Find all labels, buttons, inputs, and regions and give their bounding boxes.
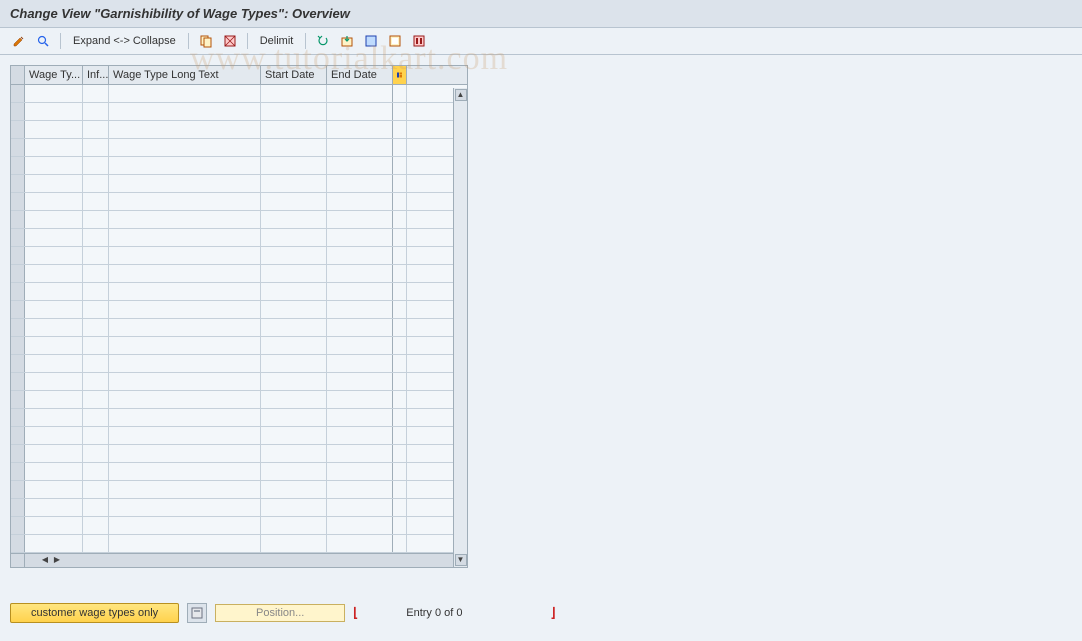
table-row[interactable] [11,175,467,193]
table-row[interactable] [11,247,467,265]
bracket-right: ⌋ [551,605,556,621]
table-row[interactable] [11,391,467,409]
table-row[interactable] [11,103,467,121]
vertical-scrollbar[interactable]: ▲ ▼ [453,88,467,567]
change-icon[interactable] [10,32,28,50]
scroll-down-icon[interactable]: ▼ [455,554,467,566]
table-row[interactable] [11,481,467,499]
table-row[interactable] [11,193,467,211]
separator [305,33,306,49]
table-row[interactable] [11,463,467,481]
select-block-icon[interactable] [362,32,380,50]
table-row[interactable] [11,445,467,463]
column-inf[interactable]: Inf... [83,66,109,84]
expand-collapse-button[interactable]: Expand <-> Collapse [69,33,180,49]
config-icon[interactable] [410,32,428,50]
separator [188,33,189,49]
table-row[interactable] [11,265,467,283]
position-icon[interactable] [187,603,207,623]
deselect-icon[interactable] [386,32,404,50]
column-end-date[interactable]: End Date [327,66,393,84]
select-all-icon[interactable] [221,32,239,50]
delimit-button[interactable]: Delimit [256,33,298,49]
table-row[interactable] [11,355,467,373]
column-selector[interactable] [11,66,25,84]
copy-icon[interactable] [197,32,215,50]
scroll-right-icon[interactable]: ▶ [51,554,63,566]
table-row[interactable] [11,535,467,553]
table-config-icon[interactable] [393,66,407,84]
content-area: Wage Ty... Inf... Wage Type Long Text St… [0,55,1082,578]
table-row[interactable] [11,301,467,319]
column-start-date[interactable]: Start Date [261,66,327,84]
toolbar: Expand <-> Collapse Delimit [0,28,1082,55]
bottom-bar: customer wage types only Position... ⌊ E… [10,603,1072,623]
table-row[interactable] [11,499,467,517]
table-row[interactable] [11,211,467,229]
table-row[interactable] [11,283,467,301]
title-bar: Change View "Garnishibility of Wage Type… [0,0,1082,28]
table-row[interactable] [11,373,467,391]
table-row[interactable] [11,409,467,427]
scroll-up-icon[interactable]: ▲ [455,89,467,101]
table-row[interactable] [11,517,467,535]
scroll-left-icon[interactable]: ◀ [39,554,51,566]
table-footer: ◀ ▶ [11,553,467,567]
table-header: Wage Ty... Inf... Wage Type Long Text St… [11,66,467,85]
separator [247,33,248,49]
entry-counter: Entry 0 of 0 [406,607,462,619]
table-row[interactable] [11,337,467,355]
customer-wage-types-button[interactable]: customer wage types only [10,603,179,623]
page-title: Change View "Garnishibility of Wage Type… [10,6,1072,21]
position-field[interactable]: Position... [215,604,345,622]
table-row[interactable] [11,229,467,247]
undo-icon[interactable] [314,32,332,50]
table-row[interactable] [11,85,467,103]
find-icon[interactable] [34,32,52,50]
table-row[interactable] [11,157,467,175]
bracket-left: ⌊ [353,605,358,621]
column-long-text[interactable]: Wage Type Long Text [109,66,261,84]
table-body [11,85,467,553]
table-row[interactable] [11,319,467,337]
export-icon[interactable] [338,32,356,50]
separator [60,33,61,49]
column-wage-type[interactable]: Wage Ty... [25,66,83,84]
table-row[interactable] [11,427,467,445]
data-table: Wage Ty... Inf... Wage Type Long Text St… [10,65,468,568]
table-row[interactable] [11,139,467,157]
table-row[interactable] [11,121,467,139]
